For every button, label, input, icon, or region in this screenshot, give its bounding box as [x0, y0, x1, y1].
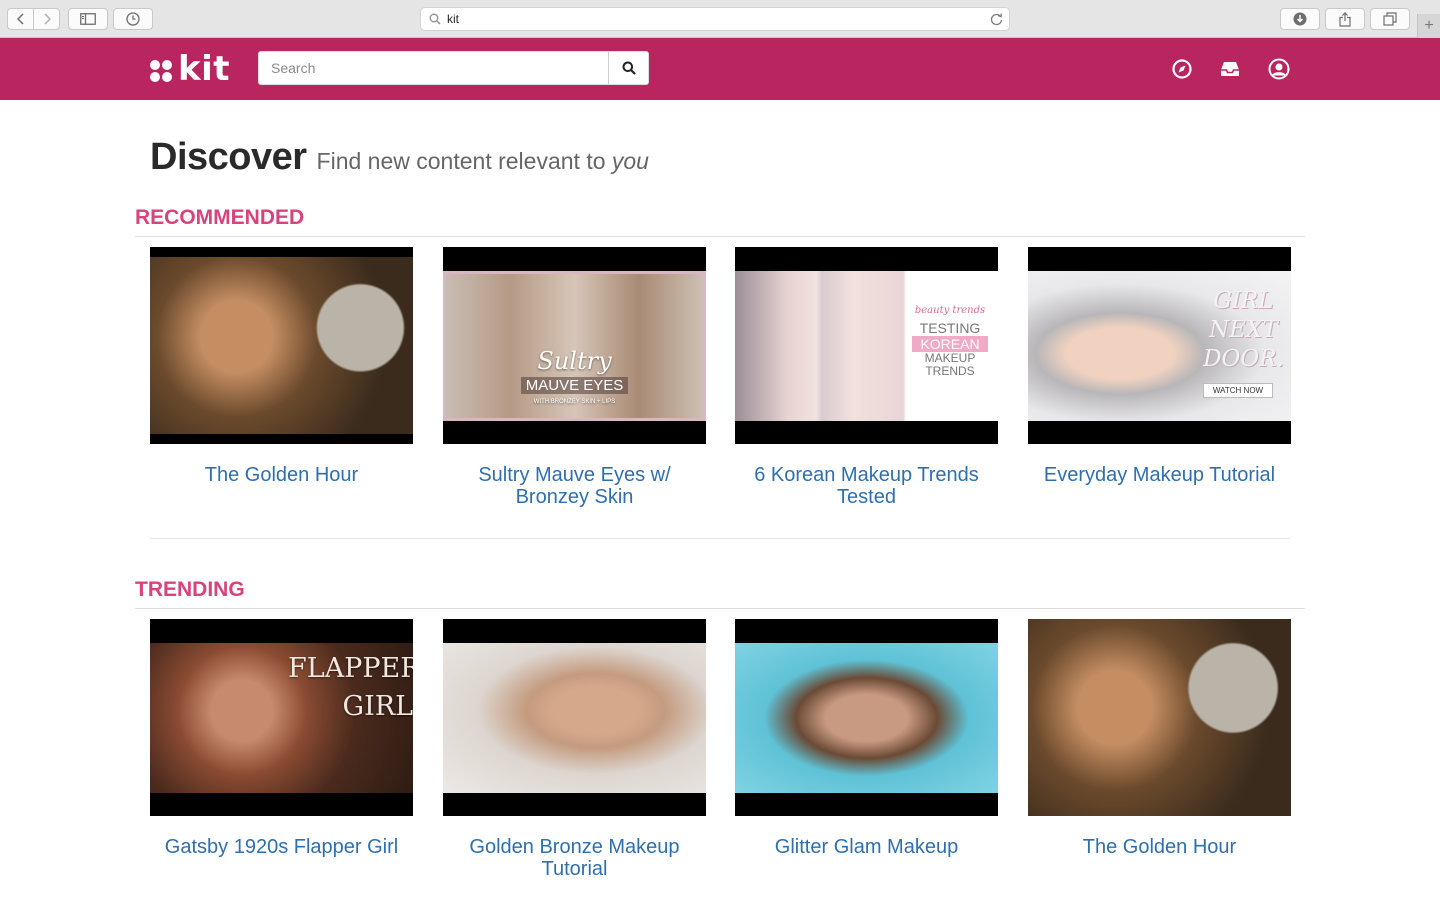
thumb-caption: FLAPPER: [288, 653, 413, 684]
search-input[interactable]: [259, 52, 609, 84]
video-title[interactable]: Sultry Mauve Eyes w/ Bronzey Skin: [443, 464, 706, 508]
forward-button[interactable]: [33, 9, 59, 29]
history-button[interactable]: [113, 8, 153, 30]
video-card[interactable]: Sultry MAUVE EYES WITH BRONZEY SKIN + LI…: [443, 247, 706, 508]
video-card[interactable]: FLAPPER GIRL Gatsby 1920s Flapper Girl: [150, 619, 413, 858]
video-thumbnail[interactable]: [150, 247, 413, 444]
video-title[interactable]: 6 Korean Makeup Trends Tested: [735, 464, 998, 508]
sidebar-icon: [80, 13, 96, 25]
url-text: kit: [447, 12, 459, 26]
page-title: Discover Find new content relevant to yo…: [150, 136, 649, 179]
video-card[interactable]: The Golden Hour: [150, 247, 413, 486]
video-card[interactable]: Glitter Glam Makeup: [735, 619, 998, 858]
section-divider: [150, 538, 1290, 539]
video-thumbnail[interactable]: [1028, 619, 1291, 816]
inbox-icon: [1221, 62, 1239, 76]
profile-button[interactable]: [1268, 58, 1290, 80]
back-button[interactable]: [8, 9, 33, 29]
thumb-caption: GIRL NEXT DOOR.: [1196, 287, 1291, 374]
app-header: kit: [0, 38, 1440, 100]
tabs-icon: [1383, 12, 1397, 26]
chevron-left-icon: [16, 13, 24, 25]
video-title[interactable]: Everyday Makeup Tutorial: [1028, 464, 1291, 486]
caption-line: DOOR.: [1203, 346, 1284, 372]
thumb-caption: Sultry: [537, 347, 612, 375]
sidebar-toggle-button[interactable]: [68, 8, 108, 30]
video-card[interactable]: Golden Bronze Makeup Tutorial: [443, 619, 706, 880]
video-card[interactable]: The Golden Hour: [1028, 619, 1291, 858]
recommended-grid: The Golden Hour Sultry MAUVE EYES WITH B…: [150, 247, 1291, 517]
history-nav: [7, 8, 60, 30]
subtitle-text: Find new content relevant to: [316, 148, 612, 174]
thumb-caption: MAKEUP: [924, 351, 976, 365]
user-circle-icon: [1268, 58, 1290, 80]
caption-line: NEXT: [1209, 317, 1278, 343]
search-button[interactable]: [608, 52, 648, 84]
video-title[interactable]: Gatsby 1920s Flapper Girl: [150, 836, 413, 858]
new-tab-button[interactable]: +: [1417, 14, 1440, 38]
downloads-button[interactable]: [1280, 8, 1320, 30]
video-thumbnail[interactable]: FLAPPER GIRL: [150, 619, 413, 816]
address-bar[interactable]: kit: [420, 7, 1010, 31]
logo-dots-icon: [150, 60, 172, 82]
inbox-button[interactable]: [1219, 58, 1241, 80]
browser-toolbar: kit +: [0, 0, 1440, 38]
clock-icon: [126, 12, 140, 26]
video-card[interactable]: beauty trends TESTING KOREAN MAKEUP TREN…: [735, 247, 998, 508]
share-icon: [1339, 11, 1351, 27]
section-heading-trending: TRENDING: [135, 578, 1305, 609]
caption-line: GIRL: [1213, 288, 1274, 314]
thumb-caption: beauty trends: [914, 305, 986, 316]
subtitle-emphasis: you: [611, 148, 649, 174]
video-thumbnail[interactable]: Sultry MAUVE EYES WITH BRONZEY SKIN + LI…: [443, 247, 706, 444]
discover-button[interactable]: [1171, 58, 1193, 80]
thumb-caption: WITH BRONZEY SKIN + LIPS: [533, 399, 616, 405]
thumb-caption: MAUVE EYES: [521, 377, 628, 394]
search-icon: [622, 61, 636, 75]
video-title[interactable]: The Golden Hour: [150, 464, 413, 486]
chevron-right-icon: [43, 13, 51, 25]
video-title[interactable]: Glitter Glam Makeup: [735, 836, 998, 858]
thumb-caption: KOREAN: [912, 336, 988, 352]
download-icon: [1293, 12, 1307, 26]
page-heading: Discover: [150, 136, 307, 178]
video-title[interactable]: The Golden Hour: [1028, 836, 1291, 858]
thumb-caption: TESTING: [919, 320, 981, 336]
thumb-caption: WATCH NOW: [1203, 383, 1273, 398]
search-box: [258, 51, 649, 85]
video-thumbnail[interactable]: [735, 619, 998, 816]
plus-icon: +: [1424, 17, 1434, 34]
thumb-caption: GIRL: [342, 691, 414, 722]
kit-logo[interactable]: kit: [150, 49, 231, 89]
search-icon: [429, 13, 441, 25]
section-heading-recommended: RECOMMENDED: [135, 206, 1305, 237]
video-card[interactable]: GIRL NEXT DOOR. WATCH NOW Everyday Makeup …: [1028, 247, 1291, 486]
trending-grid: FLAPPER GIRL Gatsby 1920s Flapper Girl G…: [150, 619, 1291, 889]
compass-icon: [1172, 59, 1192, 79]
video-thumbnail[interactable]: GIRL NEXT DOOR. WATCH NOW: [1028, 247, 1291, 444]
logo-text: kit: [178, 49, 231, 89]
thumb-caption: TRENDS: [925, 364, 975, 378]
page-subtitle: Find new content relevant to you: [317, 148, 649, 175]
video-thumbnail[interactable]: beauty trends TESTING KOREAN MAKEUP TREN…: [735, 247, 998, 444]
video-thumbnail[interactable]: [443, 619, 706, 816]
video-title[interactable]: Golden Bronze Makeup Tutorial: [443, 836, 706, 880]
reload-icon[interactable]: [990, 12, 1003, 26]
share-button[interactable]: [1325, 8, 1365, 30]
tabs-overview-button[interactable]: [1370, 8, 1410, 30]
